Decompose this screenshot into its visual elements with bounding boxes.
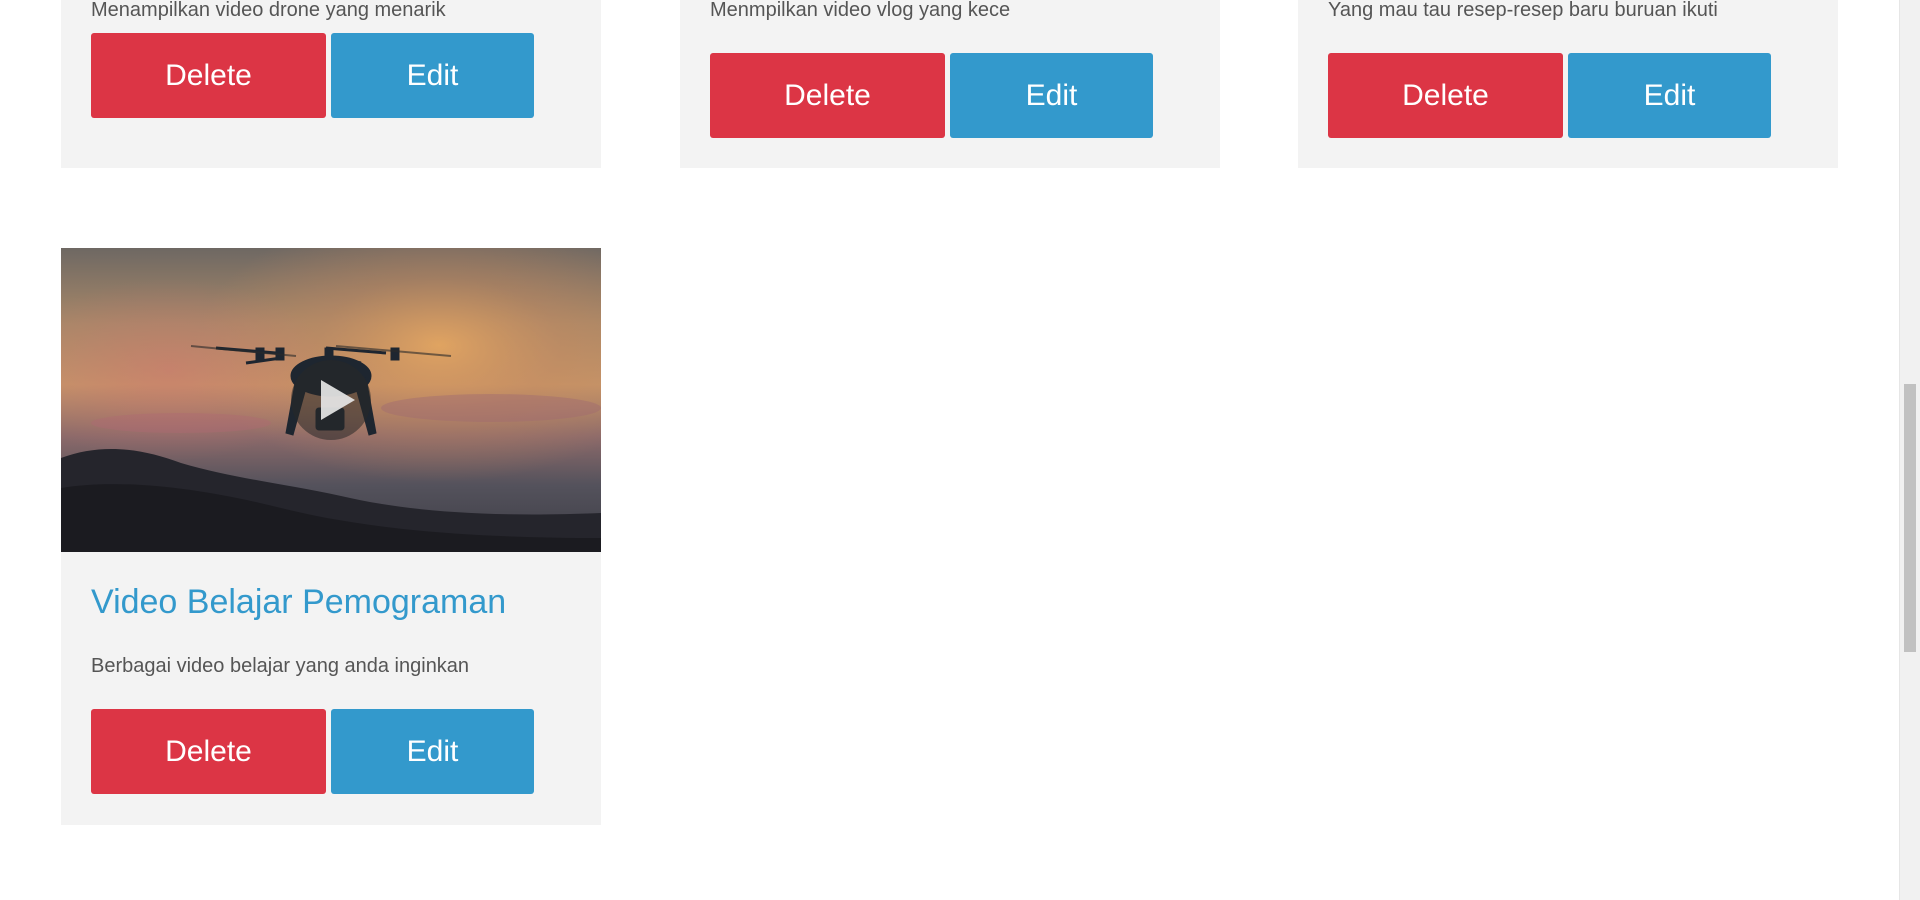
video-card: Video Belajar Pemograman Berbagai video … [61, 248, 601, 825]
page: Menampilkan video drone yang menarik Del… [0, 0, 1920, 900]
delete-button[interactable]: Delete [1328, 53, 1563, 138]
video-card: Menampilkan video drone yang menarik Del… [61, 0, 601, 168]
video-card: Menmpilkan video vlog yang kece Delete E… [680, 0, 1220, 168]
card-title[interactable]: Video Belajar Pemograman [91, 582, 506, 622]
edit-button[interactable]: Edit [950, 53, 1153, 138]
delete-button[interactable]: Delete [91, 709, 326, 794]
play-icon [321, 380, 355, 420]
vertical-scrollbar[interactable] [1899, 0, 1920, 900]
delete-button[interactable]: Delete [710, 53, 945, 138]
delete-button[interactable]: Delete [91, 33, 326, 118]
card-description: Berbagai video belajar yang anda inginka… [91, 655, 470, 677]
card-description: Menampilkan video drone yang menarik [91, 0, 446, 21]
play-button[interactable] [291, 360, 371, 440]
card-description: Menmpilkan video vlog yang kece [710, 0, 1011, 21]
video-thumbnail[interactable] [61, 248, 601, 552]
video-card: Yang mau tau resep-resep baru buruan iku… [1298, 0, 1838, 168]
edit-button[interactable]: Edit [331, 33, 534, 118]
edit-button[interactable]: Edit [331, 709, 534, 794]
edit-button[interactable]: Edit [1568, 53, 1771, 138]
scrollbar-thumb[interactable] [1904, 384, 1916, 652]
card-description: Yang mau tau resep-resep baru buruan iku… [1328, 0, 1718, 21]
